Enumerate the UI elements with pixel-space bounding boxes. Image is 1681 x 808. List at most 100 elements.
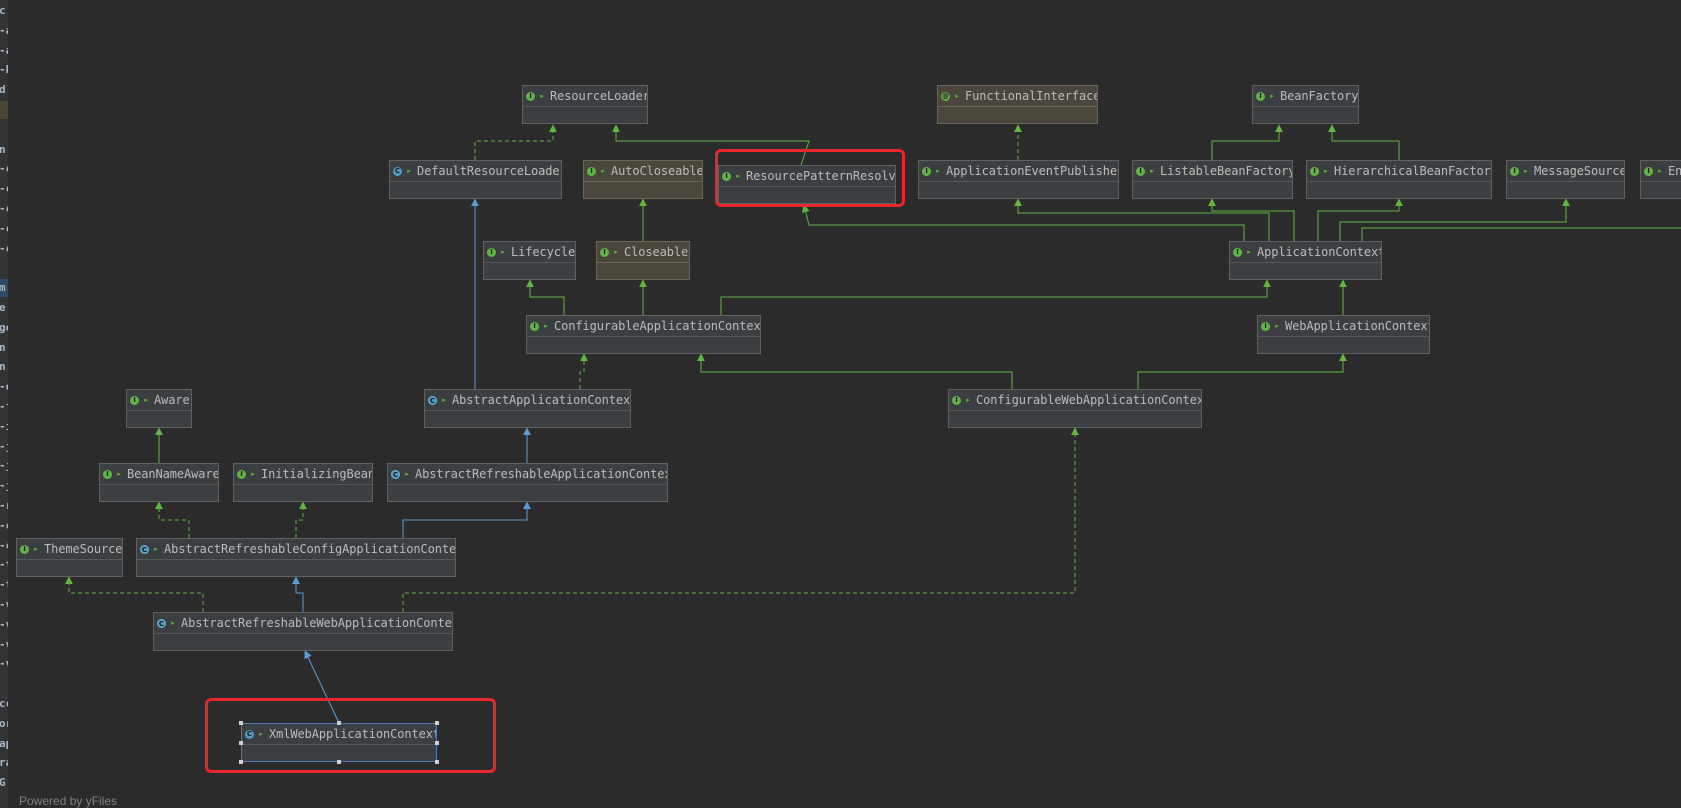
node-label: ListableBeanFactory — [1160, 164, 1292, 178]
project-tree-row[interactable]: -e — [0, 378, 8, 396]
project-tree-row[interactable] — [0, 259, 8, 277]
interface-type-icon: @ — [941, 91, 950, 101]
project-tree-row[interactable]: -j — [0, 457, 8, 475]
edge-abstractrefreshablewebapplicationcontext-25 — [65, 576, 204, 612]
public-visibility-icon: ▸ — [614, 248, 618, 256]
node-abstract-refreshable-web-application-context[interactable]: C ▸ AbstractRefreshableWebApplicationConte… — [153, 612, 453, 651]
node-web-application-context[interactable]: I ▸ WebApplicationContext — [1257, 315, 1430, 354]
project-tree-row[interactable]: -c — [0, 537, 8, 555]
node-configurable-web-application-context[interactable]: I ▸ ConfigurableWebApplicationContext — [948, 389, 1202, 428]
project-tree-row[interactable]: or — [0, 715, 8, 733]
interface-type-icon: I — [1310, 166, 1319, 176]
public-visibility-icon: ▸ — [501, 248, 505, 256]
project-tree-row[interactable]: ge — [0, 319, 8, 337]
interface-type-icon: I — [600, 247, 609, 257]
project-tree-row[interactable]: cc — [0, 695, 8, 713]
node-initializing-bean[interactable]: I ▸ InitializingBean — [233, 463, 373, 502]
node-message-source[interactable]: I ▸ MessageSource — [1506, 160, 1625, 199]
project-tree-row[interactable]: -f — [0, 398, 8, 416]
project-tree-row[interactable]: -c — [0, 220, 8, 238]
project-tree-row[interactable]: ra — [0, 754, 8, 772]
project-tree-row[interactable]: -t — [0, 576, 8, 594]
project-tree-row[interactable]: -b — [0, 61, 8, 79]
project-tree-row[interactable]: -c — [0, 180, 8, 198]
node-functional-interface[interactable]: @ ▸ FunctionalInterface — [937, 85, 1098, 124]
powered-by-label: Powered by yFiles — [19, 794, 118, 808]
node-label: AbstractApplicationContext — [452, 393, 630, 407]
node-application-event-publisher[interactable]: I ▸ ApplicationEventPublisher — [918, 160, 1119, 199]
project-tree-row[interactable]: -a — [0, 42, 8, 60]
project-tree-row[interactable]: -a — [0, 22, 8, 40]
edge-listablebeanfactory-3 — [1211, 124, 1283, 160]
interface-type-icon: I — [526, 91, 535, 101]
node-lifecycle[interactable]: I ▸ Lifecycle — [483, 241, 576, 280]
project-tree-row[interactable]: n — [0, 141, 8, 159]
node-listable-bean-factory[interactable]: I ▸ ListableBeanFactory — [1132, 160, 1293, 199]
project-tree-row[interactable]: -v — [0, 596, 8, 614]
project-tree-row[interactable]: -t — [0, 556, 8, 574]
node-label: EnvironmentCapable — [1668, 164, 1681, 178]
node-label: AbstractRefreshableApplicationContext — [415, 467, 667, 481]
project-tree-row[interactable]: -v — [0, 636, 8, 654]
interface-type-icon: I — [1233, 247, 1242, 257]
project-tree-row[interactable]: -c — [0, 517, 8, 535]
node-application-context[interactable]: I ▸ ApplicationContext — [1229, 241, 1382, 280]
project-tree-row[interactable]: -c — [0, 160, 8, 178]
project-tree-row[interactable]: G — [0, 774, 8, 792]
class-type-icon: C — [157, 618, 166, 628]
interface-type-icon: I — [130, 395, 139, 405]
node-label: InitializingBean — [261, 467, 372, 481]
node-header: I ▸ WebApplicationContext — [1258, 316, 1429, 337]
node-environment-capable[interactable]: I ▸ EnvironmentCapable — [1640, 160, 1681, 199]
project-tree-row[interactable] — [0, 121, 8, 139]
node-label: Closeable — [624, 245, 689, 259]
node-closeable[interactable]: I ▸ Closeable — [596, 241, 690, 280]
project-tree-row[interactable]: ap — [0, 735, 8, 753]
project-tree-row[interactable]: m — [0, 279, 8, 298]
node-resource-loader[interactable]: I ▸ ResourceLoader — [522, 85, 648, 124]
project-tree-row[interactable]: -c — [0, 240, 8, 258]
node-header: @ ▸ FunctionalInterface — [938, 86, 1097, 107]
public-visibility-icon: ▸ — [154, 545, 158, 553]
project-tree-row[interactable]: e — [0, 299, 8, 317]
node-theme-source[interactable]: I ▸ ThemeSource — [16, 538, 123, 577]
project-tree-row[interactable]: d — [0, 81, 8, 99]
node-hierarchical-bean-factory[interactable]: I ▸ HierarchicalBeanFactory — [1306, 160, 1492, 199]
node-label: MessageSource — [1534, 164, 1624, 178]
node-aware[interactable]: I ▸ Aware — [126, 389, 192, 428]
node-header: I ▸ ApplicationContext — [1230, 242, 1381, 263]
project-tree-row[interactable]: -v — [0, 655, 8, 673]
node-label: DefaultResourceLoader — [417, 164, 561, 178]
node-bean-name-aware[interactable]: I ▸ BeanNameAware — [99, 463, 219, 502]
node-label: FunctionalInterface — [965, 89, 1097, 103]
project-tree-row[interactable]: -r — [0, 497, 8, 515]
project-tree-row[interactable]: -c — [0, 200, 8, 218]
project-tree-row[interactable]: n — [0, 358, 8, 376]
project-tree-row[interactable]: -i — [0, 418, 8, 436]
node-auto-closeable[interactable]: I ▸ AutoCloseable — [583, 160, 703, 199]
node-bean-factory[interactable]: I ▸ BeanFactory — [1252, 85, 1359, 124]
project-tree-row[interactable]: -v — [0, 616, 8, 634]
public-visibility-icon: ▸ — [34, 545, 38, 553]
node-header: I ▸ ThemeSource — [17, 539, 122, 560]
project-tree-row[interactable] — [0, 675, 8, 693]
public-visibility-icon: ▸ — [955, 92, 959, 100]
node-abstract-refreshable-config-application-context[interactable]: C ▸ AbstractRefreshableConfigApplicationCo… — [136, 538, 456, 577]
public-visibility-icon: ▸ — [1275, 322, 1279, 330]
project-panel-strip: c-a-a-bdn-c-c-c-c-cmegen.n-e-f-i-j-j-j-r… — [0, 0, 8, 808]
project-tree-row[interactable]: -j — [0, 477, 8, 495]
node-header: I ▸ BeanNameAware — [100, 464, 218, 485]
project-tree-row[interactable]: n. — [0, 339, 8, 357]
node-default-resource-loader[interactable]: C ▸ DefaultResourceLoader — [389, 160, 562, 199]
node-header: I ▸ Aware — [127, 390, 191, 411]
node-label: BeanFactory — [1280, 89, 1358, 103]
node-abstract-application-context[interactable]: C ▸ AbstractApplicationContext — [424, 389, 631, 428]
project-tree-row[interactable]: c — [0, 2, 8, 20]
node-abstract-refreshable-application-context[interactable]: C ▸ AbstractRefreshableApplicationContext — [387, 463, 668, 502]
node-configurable-application-context[interactable]: I ▸ ConfigurableApplicationContext — [526, 315, 761, 354]
node-header: I ▸ MessageSource — [1507, 161, 1624, 182]
project-tree-row[interactable]: -j — [0, 438, 8, 456]
node-header: I ▸ Closeable — [597, 242, 689, 263]
public-visibility-icon: ▸ — [1658, 167, 1662, 175]
project-tree-row[interactable] — [0, 101, 8, 119]
